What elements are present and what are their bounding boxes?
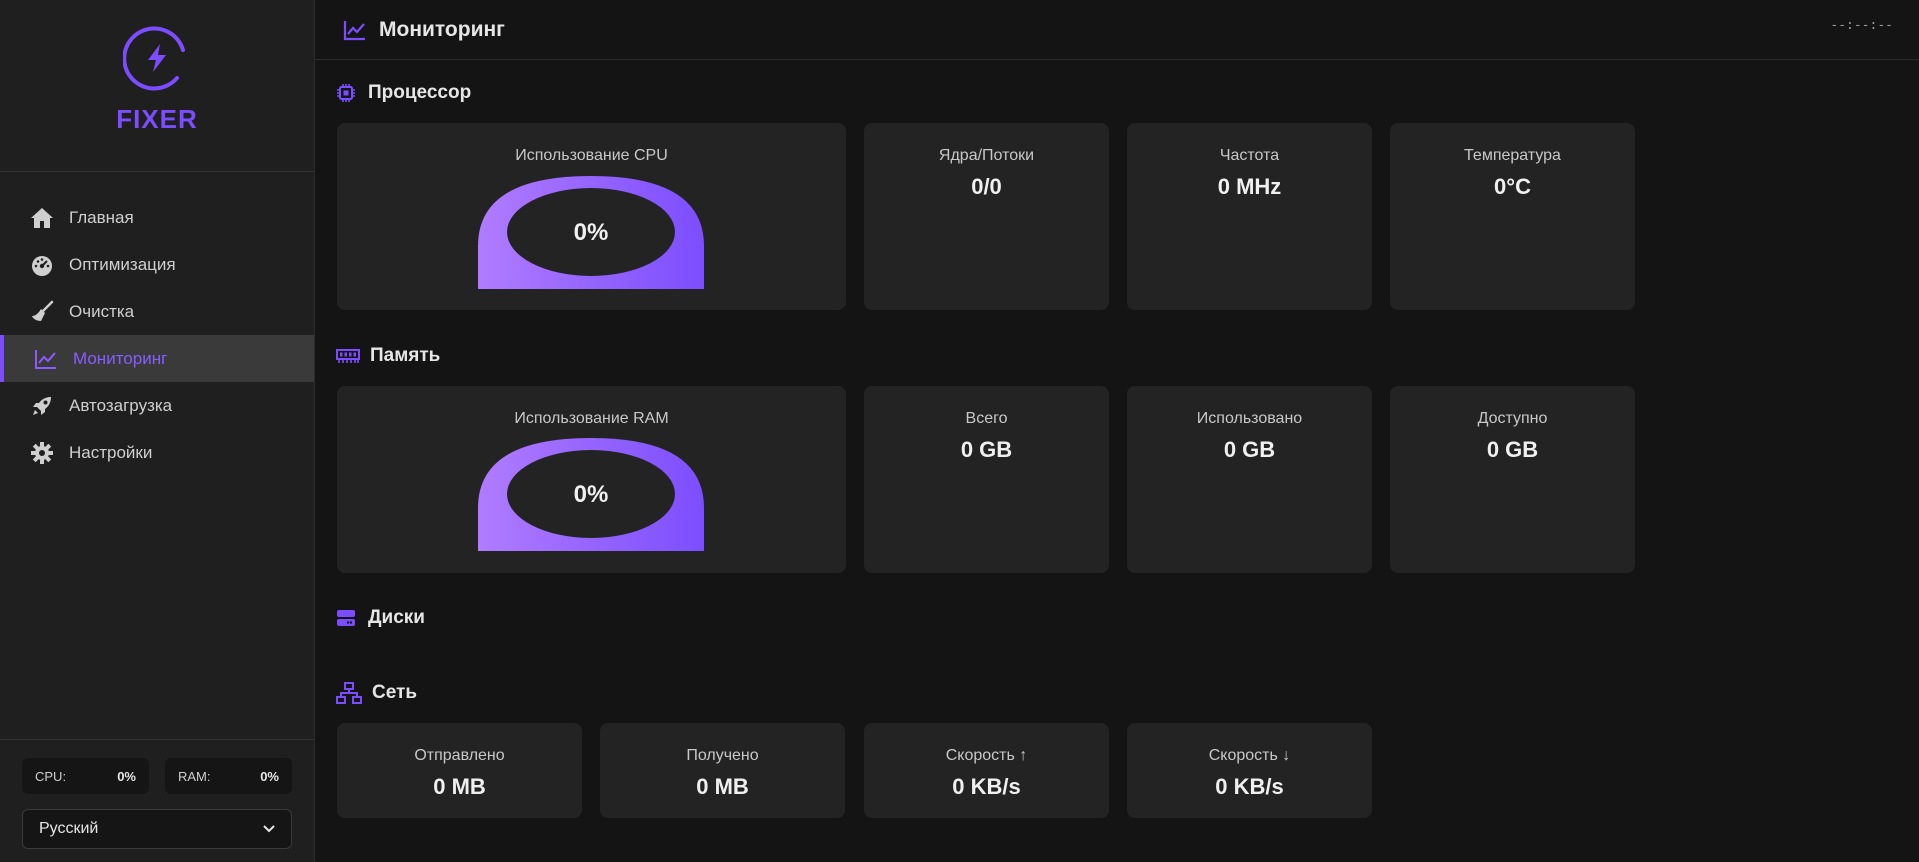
card-value: 0 GB bbox=[1223, 437, 1276, 462]
chart-line-icon bbox=[33, 346, 59, 372]
card-label: Скорость ↑ bbox=[945, 747, 1028, 764]
sidebar-item-home[interactable]: Главная bbox=[0, 194, 314, 241]
card-value: 0 KB/s bbox=[1215, 774, 1284, 799]
language-select-value: Русский bbox=[39, 820, 99, 837]
ram-usage-label: Использование RAM bbox=[514, 410, 669, 427]
language-select[interactable]: Русский bbox=[22, 809, 292, 849]
logo-text: FIXER bbox=[116, 104, 198, 134]
ram-total-card: Всего 0 GB bbox=[864, 386, 1109, 573]
quick-stats: CPU: 0% RAM: 0% bbox=[22, 758, 292, 794]
logo-bolt-icon bbox=[123, 26, 185, 91]
nav-menu: Главная Оптимизация Очистка Мониторинг А… bbox=[0, 194, 314, 476]
cpu-stat-label: CPU: bbox=[35, 768, 67, 784]
card-label: Отправлено bbox=[414, 747, 505, 764]
hard-drive-icon bbox=[336, 607, 358, 629]
cpu-stat-value: 0% bbox=[117, 768, 136, 784]
sidebar-item-label: Настройки bbox=[69, 442, 153, 462]
frequency-card: Частота 0 MHz bbox=[1127, 123, 1372, 310]
main-content: Мониторинг --:--:-- Процессор Использова… bbox=[315, 0, 1919, 862]
cpu-usage-value: 0% bbox=[573, 219, 609, 246]
card-label: Доступно bbox=[1477, 410, 1548, 427]
card-value: 0 KB/s bbox=[952, 774, 1021, 799]
card-value: 0 MB bbox=[696, 774, 749, 799]
card-value: 0 GB bbox=[960, 437, 1013, 462]
card-value: 0 GB bbox=[1486, 437, 1539, 462]
cpu-chip-icon bbox=[336, 82, 358, 104]
card-value: 0 MHz bbox=[1217, 174, 1282, 199]
card-value: 0/0 bbox=[971, 174, 1002, 199]
speedometer-icon bbox=[29, 252, 55, 278]
upload-speed-card: Скорость ↑ 0 KB/s bbox=[864, 723, 1109, 818]
page-header: Мониторинг --:--:-- bbox=[315, 0, 1919, 60]
card-value: 0 MB bbox=[433, 774, 486, 799]
temperature-card: Температура 0°C bbox=[1390, 123, 1635, 310]
ram-stat-value: 0% bbox=[260, 768, 279, 784]
ram-icon bbox=[336, 345, 360, 367]
sidebar-item-settings[interactable]: Настройки bbox=[0, 429, 314, 476]
sidebar: FIXER Главная Оптимизация Очистка Монито… bbox=[0, 0, 315, 862]
card-label: Всего bbox=[965, 410, 1008, 427]
sidebar-footer: CPU: 0% RAM: 0% Русский bbox=[0, 739, 314, 862]
page-title: Мониторинг bbox=[379, 17, 505, 41]
sidebar-item-label: Мониторинг bbox=[73, 348, 168, 368]
sidebar-item-autostart[interactable]: Автозагрузка bbox=[0, 382, 314, 429]
sidebar-item-monitoring[interactable]: Мониторинг bbox=[0, 335, 314, 382]
card-label: Ядра/Потоки bbox=[938, 147, 1035, 164]
section-title-memory: Память bbox=[336, 345, 440, 367]
cpu-stat: CPU: 0% bbox=[22, 758, 149, 794]
sent-card: Отправлено 0 MB bbox=[337, 723, 582, 818]
sidebar-item-label: Автозагрузка bbox=[69, 395, 173, 415]
ram-stat-label: RAM: bbox=[178, 768, 211, 784]
cores-threads-card: Ядра/Потоки 0/0 bbox=[864, 123, 1109, 310]
chevron-down-icon bbox=[263, 820, 275, 838]
card-label: Использовано bbox=[1196, 410, 1303, 427]
cpu-usage-card: Использование CPU 0% bbox=[337, 123, 846, 310]
section-title-disks: Диски bbox=[336, 607, 425, 629]
sidebar-item-optimization[interactable]: Оптимизация bbox=[0, 241, 314, 288]
section-title-network: Сеть bbox=[336, 682, 417, 704]
section-title-text: Память bbox=[370, 345, 441, 366]
gear-icon bbox=[29, 440, 55, 466]
section-title-text: Диски bbox=[368, 607, 425, 628]
clock: --:--:-- bbox=[1830, 18, 1893, 33]
section-title-processor: Процессор bbox=[336, 82, 471, 104]
card-label: Получено bbox=[686, 747, 759, 764]
sidebar-item-cleanup[interactable]: Очистка bbox=[0, 288, 314, 335]
card-label: Скорость ↓ bbox=[1208, 747, 1291, 764]
ram-stat: RAM: 0% bbox=[165, 758, 292, 794]
logo-area: FIXER bbox=[0, 0, 314, 172]
section-title-text: Процессор bbox=[368, 82, 472, 103]
sidebar-item-label: Оптимизация bbox=[69, 254, 176, 274]
card-label: Температура bbox=[1464, 147, 1561, 164]
received-card: Получено 0 MB bbox=[600, 723, 845, 818]
ram-available-card: Доступно 0 GB bbox=[1390, 386, 1635, 573]
section-title-text: Сеть bbox=[372, 682, 418, 703]
cpu-usage-label: Использование CPU bbox=[515, 147, 668, 164]
sidebar-item-label: Главная bbox=[69, 207, 134, 227]
card-value: 0°C bbox=[1494, 174, 1531, 199]
download-speed-card: Скорость ↓ 0 KB/s bbox=[1127, 723, 1372, 818]
rocket-icon bbox=[29, 393, 55, 419]
broom-icon bbox=[29, 299, 55, 325]
sidebar-item-label: Очистка bbox=[69, 301, 135, 321]
ram-usage-card: Использование RAM 0% bbox=[337, 386, 846, 573]
network-icon bbox=[336, 682, 362, 704]
ram-used-card: Использовано 0 GB bbox=[1127, 386, 1372, 573]
card-label: Частота bbox=[1219, 147, 1280, 164]
ram-usage-value: 0% bbox=[573, 481, 609, 508]
home-icon bbox=[29, 205, 55, 231]
chart-line-icon bbox=[343, 17, 369, 43]
